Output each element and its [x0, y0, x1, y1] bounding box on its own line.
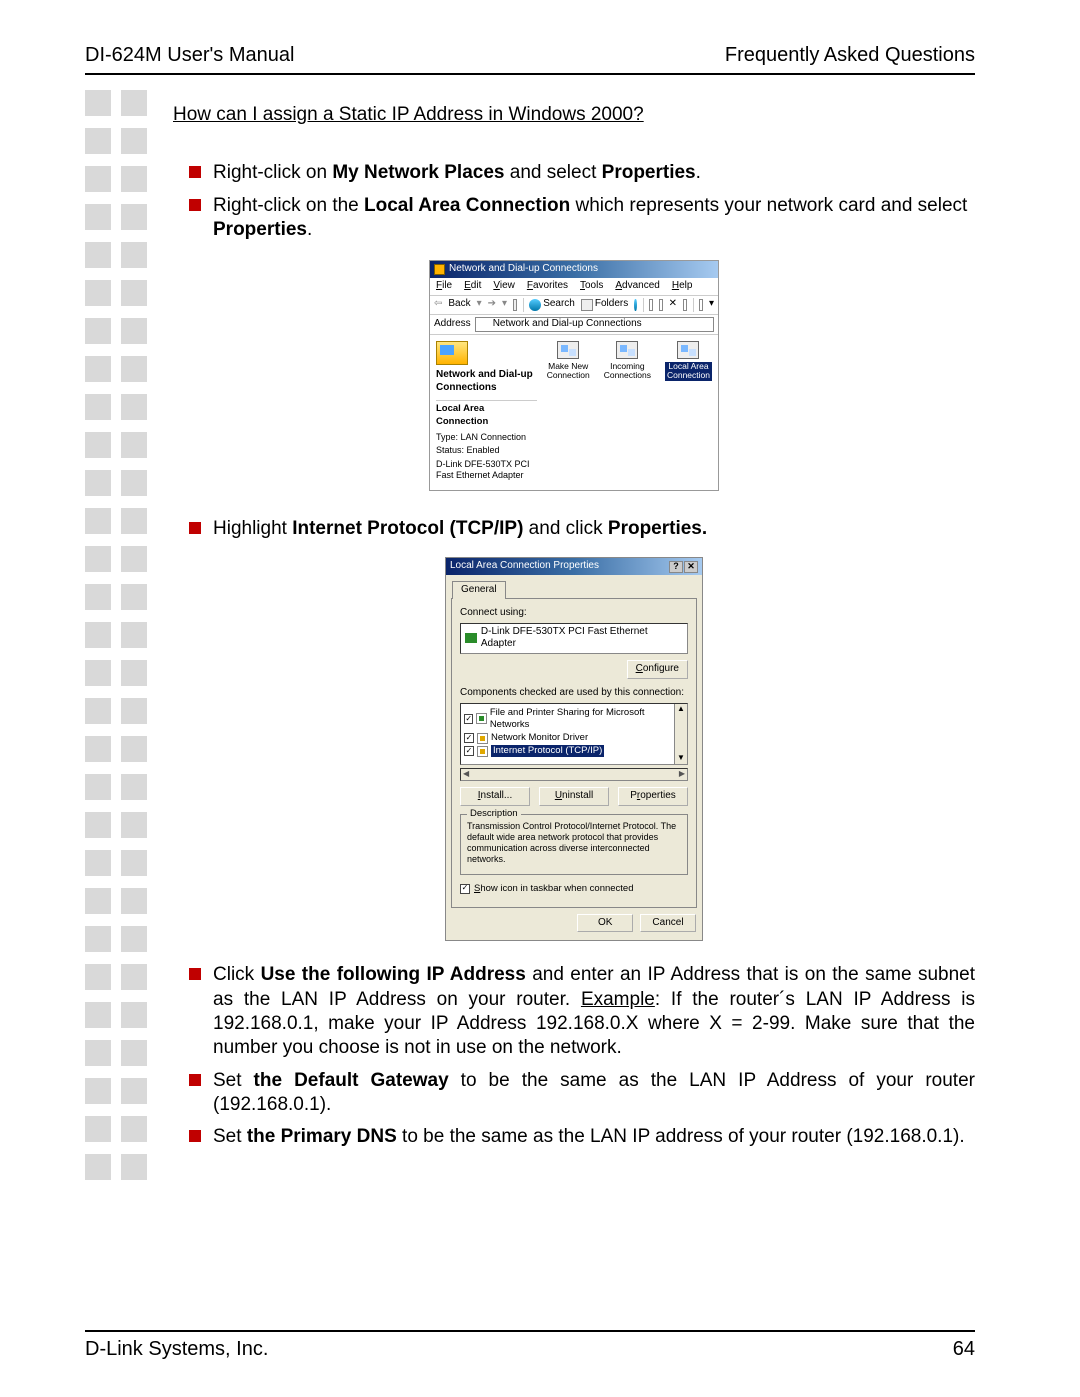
page-footer: D-Link Systems, Inc. 64: [85, 1330, 975, 1361]
folder-icon: [434, 264, 445, 275]
cancel-button[interactable]: Cancel: [640, 914, 696, 933]
toolbar: ⇦ Back ▾ ➔ ▾ Search Folders ✕ ▾: [430, 296, 718, 315]
menu-advanced[interactable]: Advanced: [615, 280, 659, 293]
service-icon: [476, 713, 486, 724]
screenshot-lac-properties: Local Area Connection Properties ?✕ Gene…: [445, 557, 703, 941]
header-right: Frequently Asked Questions: [725, 44, 975, 67]
folders-button[interactable]: Folders: [581, 298, 628, 311]
checkbox-icon[interactable]: ✓: [460, 884, 470, 894]
step-6: Set the Primary DNS to be the same as th…: [173, 1125, 975, 1149]
connection-icon: [616, 341, 638, 359]
address-label: Address: [434, 318, 471, 331]
incoming-connections[interactable]: IncomingConnections: [604, 341, 651, 484]
undo-icon[interactable]: [683, 299, 687, 311]
protocol-icon: [477, 746, 488, 757]
checkbox-icon[interactable]: ✓: [464, 733, 474, 743]
search-button[interactable]: Search: [529, 298, 575, 311]
make-new-connection[interactable]: Make NewConnection: [547, 341, 590, 484]
configure-button[interactable]: Configure: [627, 660, 688, 679]
description-group: Description Transmission Control Protoco…: [460, 814, 688, 875]
page-number: 64: [953, 1338, 975, 1361]
menu-help[interactable]: Help: [672, 280, 693, 293]
tab-general[interactable]: General: [452, 581, 506, 599]
folders-icon: [581, 299, 593, 311]
step-3: Highlight Internet Protocol (TCP/IP) and…: [173, 517, 975, 541]
connection-icon: [677, 341, 699, 359]
menu-view[interactable]: View: [493, 280, 515, 293]
delete-icon[interactable]: ✕: [669, 298, 677, 311]
instructions-top: Right-click on My Network Places and sel…: [173, 161, 975, 242]
folder-icon: [479, 319, 490, 330]
footer-left: D-Link Systems, Inc.: [85, 1338, 268, 1361]
step-2: Right-click on the Local Area Connection…: [173, 194, 975, 243]
address-bar: Address Network and Dial-up Connections: [430, 315, 718, 335]
step-1: Right-click on My Network Places and sel…: [173, 161, 975, 185]
help-button[interactable]: ?: [669, 561, 683, 573]
menu-tools[interactable]: Tools: [580, 280, 603, 293]
list-item[interactable]: ✓ File and Printer Sharing for Microsoft…: [464, 707, 673, 731]
dialog-title: Local Area Connection Properties: [450, 560, 599, 573]
screenshot-network-connections: Network and Dial-up Connections File Edi…: [429, 260, 719, 491]
local-area-connection[interactable]: Local AreaConnection: [665, 341, 712, 484]
nic-icon: [465, 633, 477, 643]
properties-button[interactable]: Properties: [618, 787, 688, 806]
selected-item-name: Local Area Connection: [436, 403, 537, 427]
show-icon-checkbox[interactable]: ✓ Show icon in taskbar when connected: [460, 883, 688, 895]
connection-icon: [557, 341, 579, 359]
type-label: Type: LAN Connection: [436, 432, 537, 444]
instructions-bottom: Click Use the following IP Address and e…: [173, 963, 975, 1149]
adapter-field: D-Link DFE-530TX PCI Fast Ethernet Adapt…: [460, 623, 688, 655]
step-5: Set the Default Gateway to be the same a…: [173, 1069, 975, 1118]
horizontal-scrollbar[interactable]: ◀▶: [460, 768, 688, 781]
components-list[interactable]: ✓ File and Printer Sharing for Microsoft…: [460, 703, 688, 765]
move-icon[interactable]: [649, 299, 653, 311]
back-label[interactable]: Back: [448, 298, 470, 311]
views-icon[interactable]: [699, 299, 703, 311]
description-text: Transmission Control Protocol/Internet P…: [467, 821, 681, 866]
status-label: Status: Enabled: [436, 445, 537, 457]
forward-arrow-icon[interactable]: ➔: [488, 298, 496, 311]
list-item[interactable]: ✓ Network Monitor Driver: [464, 732, 673, 744]
menu-file[interactable]: File: [436, 280, 452, 293]
up-icon[interactable]: [513, 299, 517, 311]
back-arrow-icon[interactable]: ⇦: [434, 298, 442, 311]
window-title-bar: Network and Dial-up Connections: [430, 261, 718, 278]
page-header: DI-624M User's Manual Frequently Asked Q…: [85, 44, 975, 75]
checkbox-icon[interactable]: ✓: [464, 746, 474, 756]
search-icon: [529, 299, 541, 311]
info-panel: Network and Dial-up Connections Local Ar…: [436, 341, 537, 484]
description-legend: Description: [467, 808, 521, 820]
ok-button[interactable]: OK: [577, 914, 633, 933]
adapter-label: D-Link DFE-530TX PCI Fast Ethernet Adapt…: [436, 459, 537, 482]
install-button[interactable]: Install...: [460, 787, 530, 806]
step-4: Click Use the following IP Address and e…: [173, 963, 975, 1060]
address-input[interactable]: Network and Dial-up Connections: [475, 317, 714, 332]
copy-icon[interactable]: [659, 299, 663, 311]
uninstall-button[interactable]: Uninstall: [539, 787, 609, 806]
close-button[interactable]: ✕: [684, 561, 698, 573]
menu-edit[interactable]: Edit: [464, 280, 481, 293]
connect-using-label: Connect using:: [460, 607, 688, 620]
protocol-icon: [477, 733, 488, 744]
window-title: Network and Dial-up Connections: [449, 263, 598, 276]
menu-favorites[interactable]: Favorites: [527, 280, 568, 293]
vertical-scrollbar[interactable]: ▲▼: [674, 704, 687, 764]
network-folder-icon: [436, 341, 468, 365]
dialog-title-bar: Local Area Connection Properties ?✕: [446, 558, 702, 575]
checkbox-icon[interactable]: ✓: [464, 714, 473, 724]
instruction-mid: Highlight Internet Protocol (TCP/IP) and…: [173, 517, 975, 541]
faq-question: How can I assign a Static IP Address in …: [173, 103, 975, 127]
header-left: DI-624M User's Manual: [85, 44, 294, 67]
connections-list: Make NewConnection IncomingConnections L…: [547, 341, 712, 484]
history-icon[interactable]: [634, 299, 636, 311]
components-label: Components checked are used by this conn…: [460, 687, 688, 700]
menu-bar: File Edit View Favorites Tools Advanced …: [430, 278, 718, 296]
list-item-tcpip[interactable]: ✓ Internet Protocol (TCP/IP): [464, 745, 673, 757]
